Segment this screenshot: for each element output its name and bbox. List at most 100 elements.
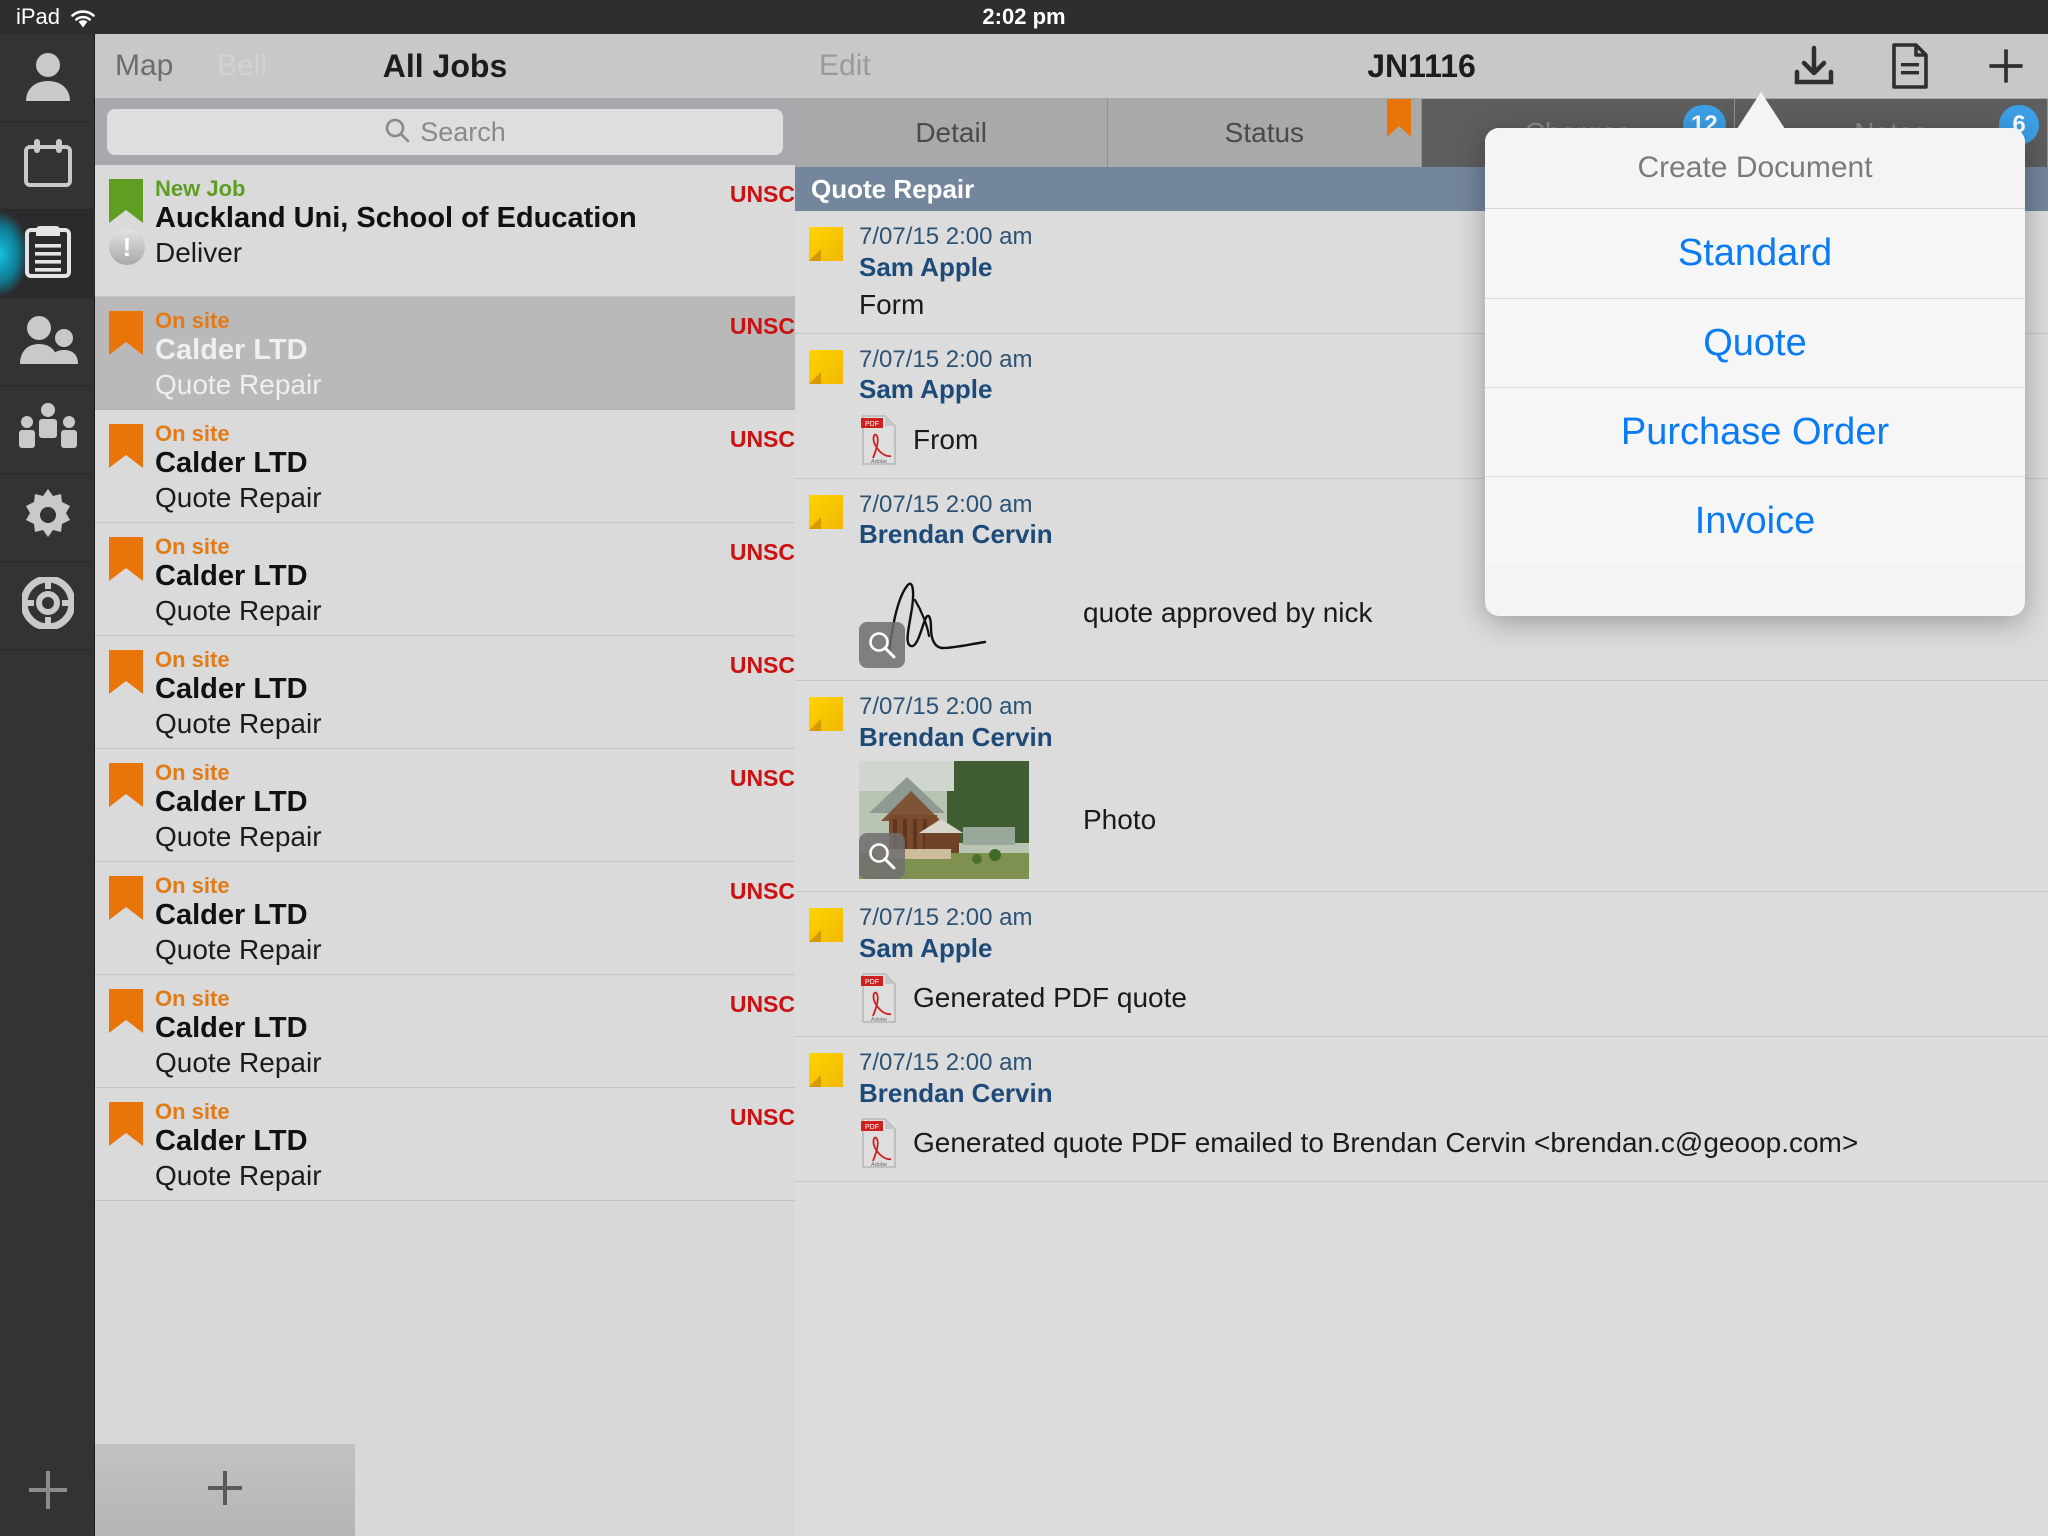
- tab-status[interactable]: Status: [1108, 99, 1422, 167]
- zoom-icon[interactable]: [859, 622, 905, 669]
- photo-thumbnail[interactable]: [859, 761, 1029, 880]
- note-item[interactable]: 7/07/15 2:00 am Brendan Cervin PDF Adobe Gen…: [795, 1036, 2048, 1182]
- popover-arrow: [1735, 92, 1787, 132]
- tab-label: Detail: [915, 117, 987, 148]
- sidebar-item-contacts[interactable]: [0, 298, 95, 386]
- unsynced-badge: UNSC: [729, 765, 795, 791]
- job-list-item[interactable]: ! New Job Auckland Uni, School of Educatio…: [95, 165, 795, 297]
- sidebar-rail: [0, 34, 95, 1536]
- popover-item-invoice[interactable]: Invoice: [1485, 476, 2025, 565]
- status-flag-icon: [109, 876, 143, 920]
- sidebar-item-user[interactable]: [0, 34, 95, 122]
- note-flag-icon: [809, 494, 843, 529]
- pdf-icon: PDF Adobe: [859, 414, 899, 466]
- status-flag-icon: [109, 424, 143, 468]
- tab-flag-icon: [1386, 99, 1411, 137]
- job-type-label: Quote Repair: [155, 368, 322, 400]
- map-button[interactable]: Map: [115, 49, 173, 83]
- note-body: 7/07/15 2:00 am Brendan Cervin Photo: [859, 693, 2048, 880]
- note-author: Sam Apple: [859, 932, 993, 963]
- pdf-icon: PDF Adobe: [859, 972, 899, 1024]
- job-customer-label: Calder LTD: [155, 334, 308, 367]
- note-text: Generated quote PDF emailed to Brendan C…: [913, 1126, 1859, 1158]
- search-bar: Search: [95, 99, 795, 165]
- sidebar-add-button[interactable]: [0, 1444, 95, 1536]
- jobs-list[interactable]: ! New Job Auckland Uni, School of Educatio…: [95, 165, 795, 1443]
- document-icon[interactable]: [1886, 42, 1934, 90]
- unsynced-badge: UNSC: [729, 652, 795, 678]
- sidebar-item-team[interactable]: [0, 386, 95, 474]
- status-flag-icon: [109, 537, 143, 581]
- note-item[interactable]: 7/07/15 2:00 am Sam Apple PDF Adobe Generate…: [795, 892, 2048, 1037]
- search-input[interactable]: Search: [107, 109, 783, 155]
- job-type-label: Quote Repair: [155, 594, 322, 626]
- unsynced-badge: UNSC: [729, 991, 795, 1017]
- sidebar-item-settings[interactable]: [0, 474, 95, 562]
- sidebar-item-help[interactable]: [0, 562, 95, 650]
- svg-text:Adobe: Adobe: [871, 1017, 887, 1023]
- note-flag-icon: [809, 908, 843, 943]
- job-list-item[interactable]: On site Calder LTD Quote Repair UNSC: [95, 636, 795, 749]
- job-status-label: On site: [155, 534, 230, 559]
- job-customer-label: Calder LTD: [155, 899, 308, 932]
- svg-text:PDF: PDF: [865, 1124, 879, 1131]
- job-type-label: Quote Repair: [155, 1046, 322, 1078]
- status-flag-icon: [109, 650, 143, 694]
- job-status-label: New Job: [155, 176, 246, 201]
- job-list-item[interactable]: On site Calder LTD Quote Repair UNSC: [95, 975, 795, 1088]
- search-placeholder: Search: [420, 116, 506, 147]
- signature-thumbnail[interactable]: [859, 558, 1029, 669]
- note-author: Brendan Cervin: [859, 1077, 1053, 1108]
- tab-label: Status: [1224, 117, 1305, 148]
- pdf-icon: PDF Adobe: [859, 1117, 899, 1169]
- sidebar-item-jobs[interactable]: [0, 210, 95, 298]
- job-list-item-text: On site Calder LTD Quote Repair: [155, 987, 795, 1079]
- popover-item-standard[interactable]: Standard: [1485, 209, 2025, 298]
- job-type-label: Deliver: [155, 236, 243, 268]
- job-list-item[interactable]: On site Calder LTD Quote Repair UNSC: [95, 523, 795, 636]
- note-attachment[interactable]: PDF Adobe Generated PDF quote: [859, 972, 2048, 1024]
- popover-items[interactable]: Standard Quote Purchase Order Invoice: [1485, 209, 2025, 565]
- job-list-item[interactable]: On site Calder LTD Quote Repair UNSC: [95, 862, 795, 975]
- job-type-label: Quote Repair: [155, 933, 322, 965]
- sidebar-item-calendar[interactable]: [0, 122, 95, 210]
- add-icon[interactable]: [1982, 42, 2030, 90]
- user-icon: [20, 47, 76, 108]
- svg-text:PDF: PDF: [865, 979, 879, 986]
- status-flag-icon: [109, 1102, 143, 1146]
- job-list-item[interactable]: On site Calder LTD Quote Repair UNSC: [95, 1088, 795, 1201]
- note-text: quote approved by nick: [1083, 597, 1373, 629]
- download-icon[interactable]: [1790, 42, 1838, 90]
- note-flag-icon: [809, 349, 843, 384]
- contacts-icon: [18, 312, 78, 371]
- job-list-item[interactable]: On site Calder LTD Quote Repair UNSC: [95, 297, 795, 410]
- note-attachment[interactable]: Photo: [859, 761, 2048, 880]
- note-flag-icon: [809, 227, 843, 261]
- status-flag-icon: [109, 311, 143, 355]
- note-item[interactable]: 7/07/15 2:00 am Brendan Cervin Photo: [795, 681, 2048, 893]
- job-list-item[interactable]: On site Calder LTD Quote Repair UNSC: [95, 749, 795, 862]
- detail-navbar: Edit JN1116: [795, 34, 2048, 99]
- note-attachment[interactable]: PDF Adobe Generated quote PDF emailed to B…: [859, 1117, 2048, 1169]
- status-flag-icon: [109, 179, 143, 223]
- edit-button[interactable]: Edit: [819, 49, 871, 83]
- add-job-button[interactable]: [198, 1461, 252, 1520]
- unsynced-badge: UNSC: [729, 426, 795, 452]
- job-status-label: On site: [155, 308, 230, 333]
- job-status-label: On site: [155, 647, 230, 672]
- bell-button[interactable]: Bell: [217, 49, 267, 83]
- job-customer-label: Calder LTD: [155, 673, 308, 706]
- job-customer-label: Calder LTD: [155, 1012, 308, 1045]
- search-icon: [384, 117, 410, 148]
- status-flag-icon: [109, 763, 143, 807]
- clipboard-icon: [20, 222, 76, 285]
- svg-text:Adobe: Adobe: [871, 1162, 887, 1168]
- lifebuoy-icon: [20, 575, 75, 634]
- job-customer-label: Calder LTD: [155, 560, 308, 593]
- job-list-item[interactable]: On site Calder LTD Quote Repair UNSC: [95, 410, 795, 523]
- popover-item-quote[interactable]: Quote: [1485, 298, 2025, 387]
- popover-item-purchase-order[interactable]: Purchase Order: [1485, 387, 2025, 476]
- zoom-icon[interactable]: [859, 833, 905, 880]
- job-list-item-text: On site Calder LTD Quote Repair: [155, 1100, 795, 1192]
- tab-detail[interactable]: Detail: [795, 99, 1109, 167]
